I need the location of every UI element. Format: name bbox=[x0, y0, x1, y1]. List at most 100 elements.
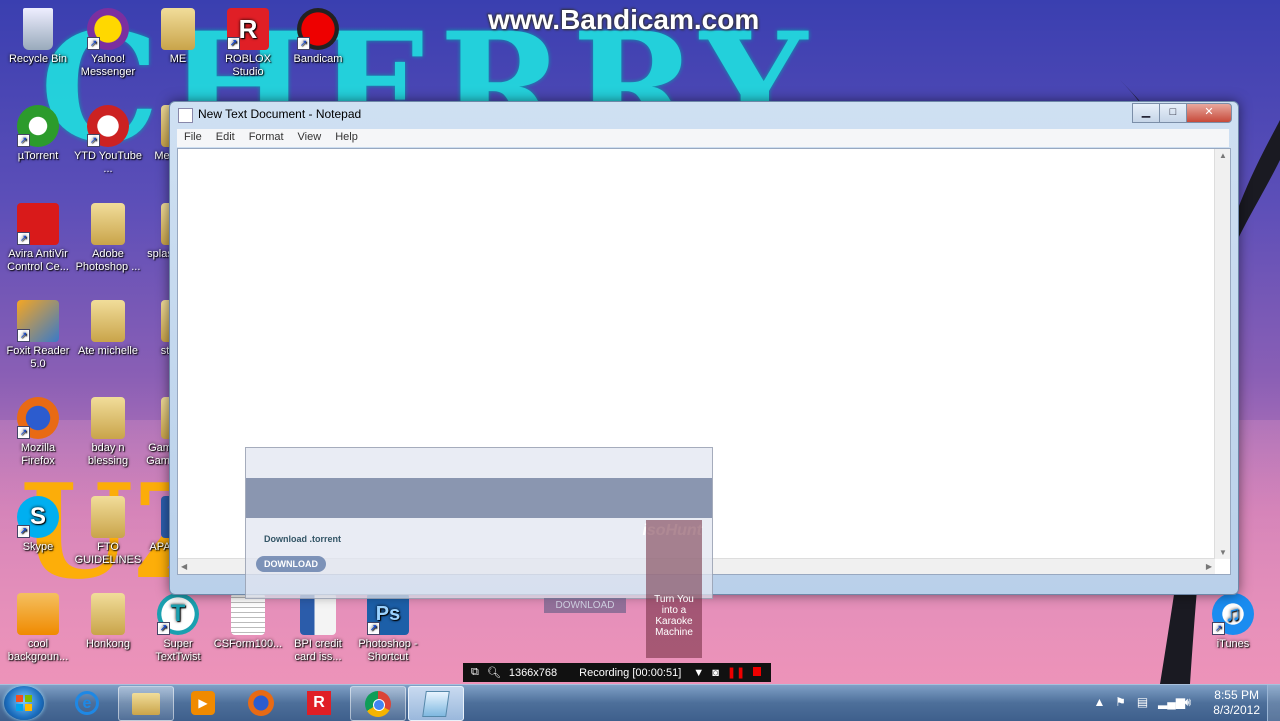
camera-icon[interactable]: ◙ bbox=[712, 667, 719, 679]
folder-icon bbox=[91, 300, 125, 342]
media-player-icon: ▶ bbox=[191, 690, 215, 715]
desktop-icon-firefox[interactable]: ↗ Mozilla Firefox bbox=[3, 397, 73, 468]
window-controls: ▁ □ ✕ bbox=[1132, 103, 1232, 123]
icon-label: bday n blessing bbox=[87, 442, 129, 467]
stop-icon[interactable] bbox=[753, 666, 762, 679]
desktop-icon-csform100[interactable]: CSForm100... bbox=[213, 593, 283, 651]
photoshop-icon: Ps ↗ bbox=[367, 593, 409, 635]
desktop-icon-honkong[interactable]: Honkong bbox=[73, 593, 143, 651]
taskbar-windows-explorer[interactable] bbox=[118, 686, 174, 721]
windows-logo-icon bbox=[16, 695, 32, 711]
image-icon bbox=[17, 593, 59, 635]
menu-file[interactable]: File bbox=[177, 129, 209, 147]
desktop-icon-bandicam[interactable]: ↗ Bandicam bbox=[283, 8, 353, 66]
desktop-icon-itunes[interactable]: ♫ ↗ iTunes bbox=[1198, 593, 1268, 651]
menu-view[interactable]: View bbox=[291, 129, 329, 147]
taskbar-notepad[interactable] bbox=[408, 686, 464, 721]
desktop-icon-bpi-credit-card[interactable]: BPI credit card iss... bbox=[283, 593, 353, 664]
desktop-icon-foxit[interactable]: ↗ Foxit Reader 5.0 bbox=[3, 300, 73, 371]
dropdown-icon[interactable]: ▼ bbox=[693, 667, 704, 679]
icon-label: Me bbox=[154, 150, 170, 162]
icon-label: Honkong bbox=[85, 638, 131, 650]
taskbar-roblox[interactable]: R bbox=[292, 686, 346, 719]
window-title: New Text Document - Notepad bbox=[198, 107, 362, 121]
device-icon[interactable]: ▤ bbox=[1136, 696, 1149, 709]
folder-icon bbox=[161, 8, 195, 50]
chrome-icon bbox=[365, 690, 391, 717]
folder-icon bbox=[91, 203, 125, 245]
bandicam-recording-bar[interactable]: ⧉ 🔍︎ 1366x768 Recording [00:00:51] ▼ ◙ ❚… bbox=[463, 663, 771, 682]
taskbar-chrome[interactable] bbox=[350, 686, 406, 721]
icon-label: BPI credit card iss... bbox=[294, 638, 342, 663]
ghost-download-button-2: DOWNLOAD bbox=[544, 598, 626, 613]
roblox-icon: R bbox=[307, 690, 331, 715]
karaoke-ad: Turn You into a Karaoke Machine bbox=[646, 520, 702, 658]
close-button[interactable]: ✕ bbox=[1186, 103, 1232, 123]
icon-label: ME bbox=[169, 53, 187, 65]
menu-format[interactable]: Format bbox=[242, 129, 291, 147]
icon-label: ROBLOX Studio bbox=[225, 53, 271, 78]
minimize-button[interactable]: ▁ bbox=[1132, 103, 1160, 123]
system-clock[interactable]: 8:55 PM 8/3/2012 bbox=[1213, 688, 1260, 718]
action-center-flag-icon[interactable]: ⚑ bbox=[1114, 696, 1127, 709]
icon-label: Photoshop - Shortcut bbox=[358, 638, 418, 663]
folder-icon bbox=[132, 692, 160, 715]
desktop-icon-utorrent[interactable]: ↗ µTorrent bbox=[3, 105, 73, 163]
vertical-scrollbar[interactable]: ▲ ▼ bbox=[1214, 149, 1230, 559]
desktop-icon-ytd[interactable]: ↗ YTD YouTube ... bbox=[73, 105, 143, 176]
desktop-icon-bday-n-blessing[interactable]: bday n blessing bbox=[73, 397, 143, 468]
notepad-icon bbox=[422, 690, 450, 717]
desktop-icon-recycle-bin[interactable]: Recycle Bin bbox=[3, 8, 73, 66]
scroll-down-icon[interactable]: ▼ bbox=[1219, 548, 1227, 557]
menu-help[interactable]: Help bbox=[328, 129, 365, 147]
desktop-icon-adobe-photoshop-folder[interactable]: Adobe Photoshop ... bbox=[73, 203, 143, 274]
icon-label: cool backgroun... bbox=[7, 638, 69, 663]
desktop-icon-roblox-studio[interactable]: R ↗ ROBLOX Studio bbox=[213, 8, 283, 79]
volume-icon[interactable]: 🔊︎ bbox=[1181, 696, 1194, 709]
notepad-app-icon bbox=[178, 108, 193, 123]
icon-label: Yahoo! Messenger bbox=[80, 53, 136, 78]
bandicam-icon: ↗ bbox=[297, 8, 339, 50]
download-torrent-link: Download .torrent bbox=[264, 534, 341, 544]
foxit-icon: ↗ bbox=[17, 300, 59, 342]
zoom-icon[interactable]: 🔍︎ bbox=[487, 666, 501, 679]
desktop-icon-super-texttwist[interactable]: T ↗ Super TextTwist bbox=[143, 593, 213, 664]
desktop-icon-avira[interactable]: ↗ Avira AntiVir Control Ce... bbox=[3, 203, 73, 274]
recording-status: Recording [00:00:51] bbox=[579, 666, 682, 679]
window-mode-icon[interactable]: ⧉ bbox=[471, 666, 479, 679]
roblox-icon: R ↗ bbox=[227, 8, 269, 50]
menu-bar: File Edit Format View Help bbox=[177, 129, 1229, 147]
desktop-icon-ate-michelle[interactable]: Ate michelle bbox=[73, 300, 143, 358]
taskbar: e ▶ R ▲ ⚑ ▤ ▂▄▆ 🔊︎ 8:55 PM 8/3/2012 bbox=[0, 684, 1280, 721]
texttwist-icon: T ↗ bbox=[157, 593, 199, 635]
ytd-icon: ↗ bbox=[87, 105, 129, 147]
folder-icon bbox=[91, 496, 125, 538]
bandicam-watermark: www.Bandicam.com bbox=[488, 4, 760, 35]
taskbar-internet-explorer[interactable]: e bbox=[60, 686, 114, 719]
desktop-icon-fto-guidelines[interactable]: FTO GUIDELINES bbox=[73, 496, 143, 567]
desktop-icon-photoshop-shortcut[interactable]: Ps ↗ Photoshop - Shortcut bbox=[353, 593, 423, 664]
desktop-icon-cool-background[interactable]: cool backgroun... bbox=[3, 593, 73, 664]
network-signal-icon[interactable]: ▂▄▆ bbox=[1158, 696, 1185, 709]
desktop-icon-skype[interactable]: S ↗ Skype bbox=[3, 496, 73, 554]
ghost-header-bar: isoHunt bbox=[246, 478, 712, 539]
taskbar-firefox[interactable] bbox=[234, 686, 288, 719]
scroll-up-icon[interactable]: ▲ bbox=[1219, 151, 1227, 160]
folder-icon bbox=[91, 593, 125, 635]
icon-label: Adobe Photoshop ... bbox=[75, 248, 141, 273]
menu-edit[interactable]: Edit bbox=[209, 129, 242, 147]
icon-label: YTD YouTube ... bbox=[73, 150, 143, 175]
desktop-icon-me[interactable]: ME bbox=[143, 8, 213, 66]
scroll-left-icon[interactable]: ◀ bbox=[181, 562, 187, 571]
maximize-button[interactable]: □ bbox=[1159, 103, 1187, 123]
pause-icon[interactable]: ❚❚ bbox=[727, 666, 745, 679]
icon-label: CSForm100... bbox=[213, 638, 283, 650]
start-button[interactable] bbox=[4, 686, 44, 720]
taskbar-media-player[interactable]: ▶ bbox=[176, 686, 230, 719]
desktop-icon-yahoo-messenger[interactable]: ↗ Yahoo! Messenger bbox=[73, 8, 143, 79]
show-hidden-icons[interactable]: ▲ bbox=[1093, 696, 1106, 709]
itunes-icon: ♫ ↗ bbox=[1212, 593, 1254, 635]
show-desktop-button[interactable] bbox=[1267, 685, 1280, 721]
scroll-right-icon[interactable]: ▶ bbox=[1206, 562, 1212, 571]
icon-label: Skype bbox=[22, 541, 54, 553]
